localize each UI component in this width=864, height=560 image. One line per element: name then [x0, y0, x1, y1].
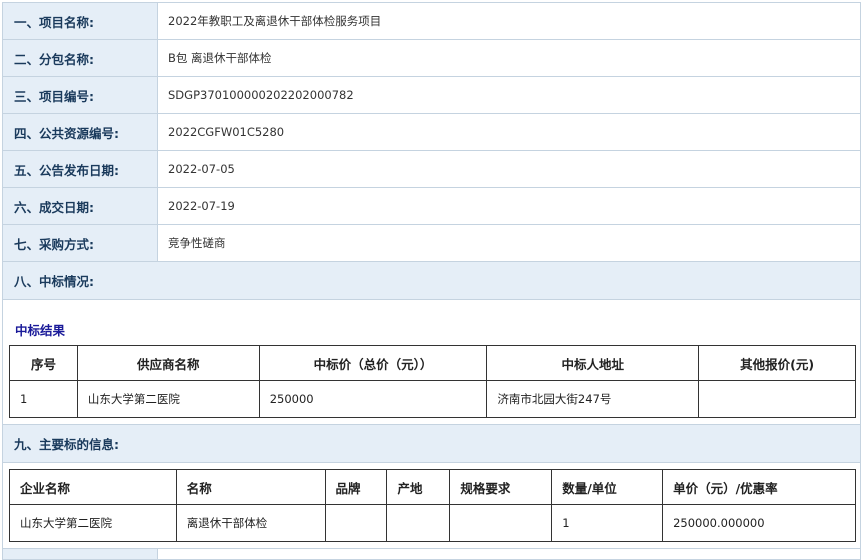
table-cell: 1 [551, 504, 664, 542]
table-header-row: 序号 供应商名称 中标价（总价（元）） 中标人地址 其他报价(元) [9, 345, 856, 381]
column-header: 企业名称 [9, 469, 177, 505]
column-header: 数量/单位 [551, 469, 664, 505]
column-header: 供应商名称 [76, 345, 260, 381]
table-header-row: 企业名称 名称 品牌 产地 规格要求 数量/单位 单价（元）/优惠率 [9, 469, 856, 505]
row-label [3, 549, 158, 559]
table-cell: 济南市北园大街247号 [486, 380, 700, 418]
table-cell [386, 504, 451, 542]
column-header: 产地 [386, 469, 451, 505]
section-8-header: 八、中标情况: [3, 262, 860, 300]
row-label: 四、公共资源编号: [3, 114, 158, 150]
table-cell: 250000.000000 [662, 504, 856, 542]
info-row-project-name: 一、项目名称: 2022年教职工及离退休干部体检服务项目 [3, 3, 860, 40]
info-row-package-name: 二、分包名称: B包 离退休干部体检 [3, 40, 860, 77]
column-header: 名称 [175, 469, 326, 505]
row-label: 三、项目编号: [3, 77, 158, 113]
table-cell: 1 [9, 380, 78, 418]
column-header: 规格要求 [449, 469, 553, 505]
row-label: 六、成交日期: [3, 188, 158, 224]
award-result-subtitle: 中标结果 [15, 323, 66, 338]
row-value: 2022-07-05 [168, 162, 235, 176]
info-row-procurement-method: 七、采购方式: 竞争性磋商 [3, 225, 860, 262]
section-9-header: 九、主要标的信息: [3, 425, 860, 463]
column-header: 单价（元）/优惠率 [662, 469, 856, 505]
row-label: 一、项目名称: [3, 3, 158, 39]
table-cell: 山东大学第二医院 [9, 504, 177, 542]
table-cell [449, 504, 553, 542]
row-value: 2022年教职工及离退休干部体检服务项目 [168, 14, 382, 28]
row-value: 竞争性磋商 [168, 236, 226, 250]
section-title: 八、中标情况: [3, 262, 860, 299]
info-row-project-number: 三、项目编号: SDGP370100000202202000782 [3, 77, 860, 114]
column-header: 品牌 [324, 469, 388, 505]
info-row-deal-date: 六、成交日期: 2022-07-19 [3, 188, 860, 225]
column-header: 中标人地址 [486, 345, 700, 381]
row-value: 2022-07-19 [168, 199, 235, 213]
column-header: 序号 [9, 345, 78, 381]
table-cell [324, 504, 388, 542]
row-value: B包 离退休干部体检 [168, 51, 272, 65]
table-row: 1 山东大学第二医院 250000 济南市北园大街247号 [9, 380, 856, 418]
announcement-table: 一、项目名称: 2022年教职工及离退休干部体检服务项目 二、分包名称: B包 … [2, 2, 861, 560]
row-label: 七、采购方式: [3, 225, 158, 261]
row-value: 2022CGFW01C5280 [168, 125, 285, 139]
section-8-body: 中标结果 序号 供应商名称 中标价（总价（元）） 中标人地址 其他报价(元) 1… [3, 300, 860, 425]
table-cell: 离退休干部体检 [175, 504, 326, 542]
info-row-publish-date: 五、公告发布日期: 2022-07-05 [3, 151, 860, 188]
column-header: 中标价（总价（元）） [258, 345, 488, 381]
table-cell: 250000 [258, 380, 488, 418]
row-value: SDGP370100000202202000782 [168, 88, 354, 102]
main-items-table: 企业名称 名称 品牌 产地 规格要求 数量/单位 单价（元）/优惠率 山东大学第… [9, 469, 856, 542]
section-9-body: 企业名称 名称 品牌 产地 规格要求 数量/单位 单价（元）/优惠率 山东大学第… [3, 463, 860, 549]
table-row: 山东大学第二医院 离退休干部体检 1 250000.000000 [9, 504, 856, 542]
info-row-public-resource-number: 四、公共资源编号: 2022CGFW01C5280 [3, 114, 860, 151]
section-title: 九、主要标的信息: [3, 425, 860, 462]
table-cell: 山东大学第二医院 [76, 380, 260, 418]
award-result-table: 序号 供应商名称 中标价（总价（元）） 中标人地址 其他报价(元) 1 山东大学… [9, 345, 856, 418]
row-label: 二、分包名称: [3, 40, 158, 76]
table-cell [698, 380, 856, 418]
next-row-stub [3, 549, 860, 559]
column-header: 其他报价(元) [698, 345, 856, 381]
row-label: 五、公告发布日期: [3, 151, 158, 187]
